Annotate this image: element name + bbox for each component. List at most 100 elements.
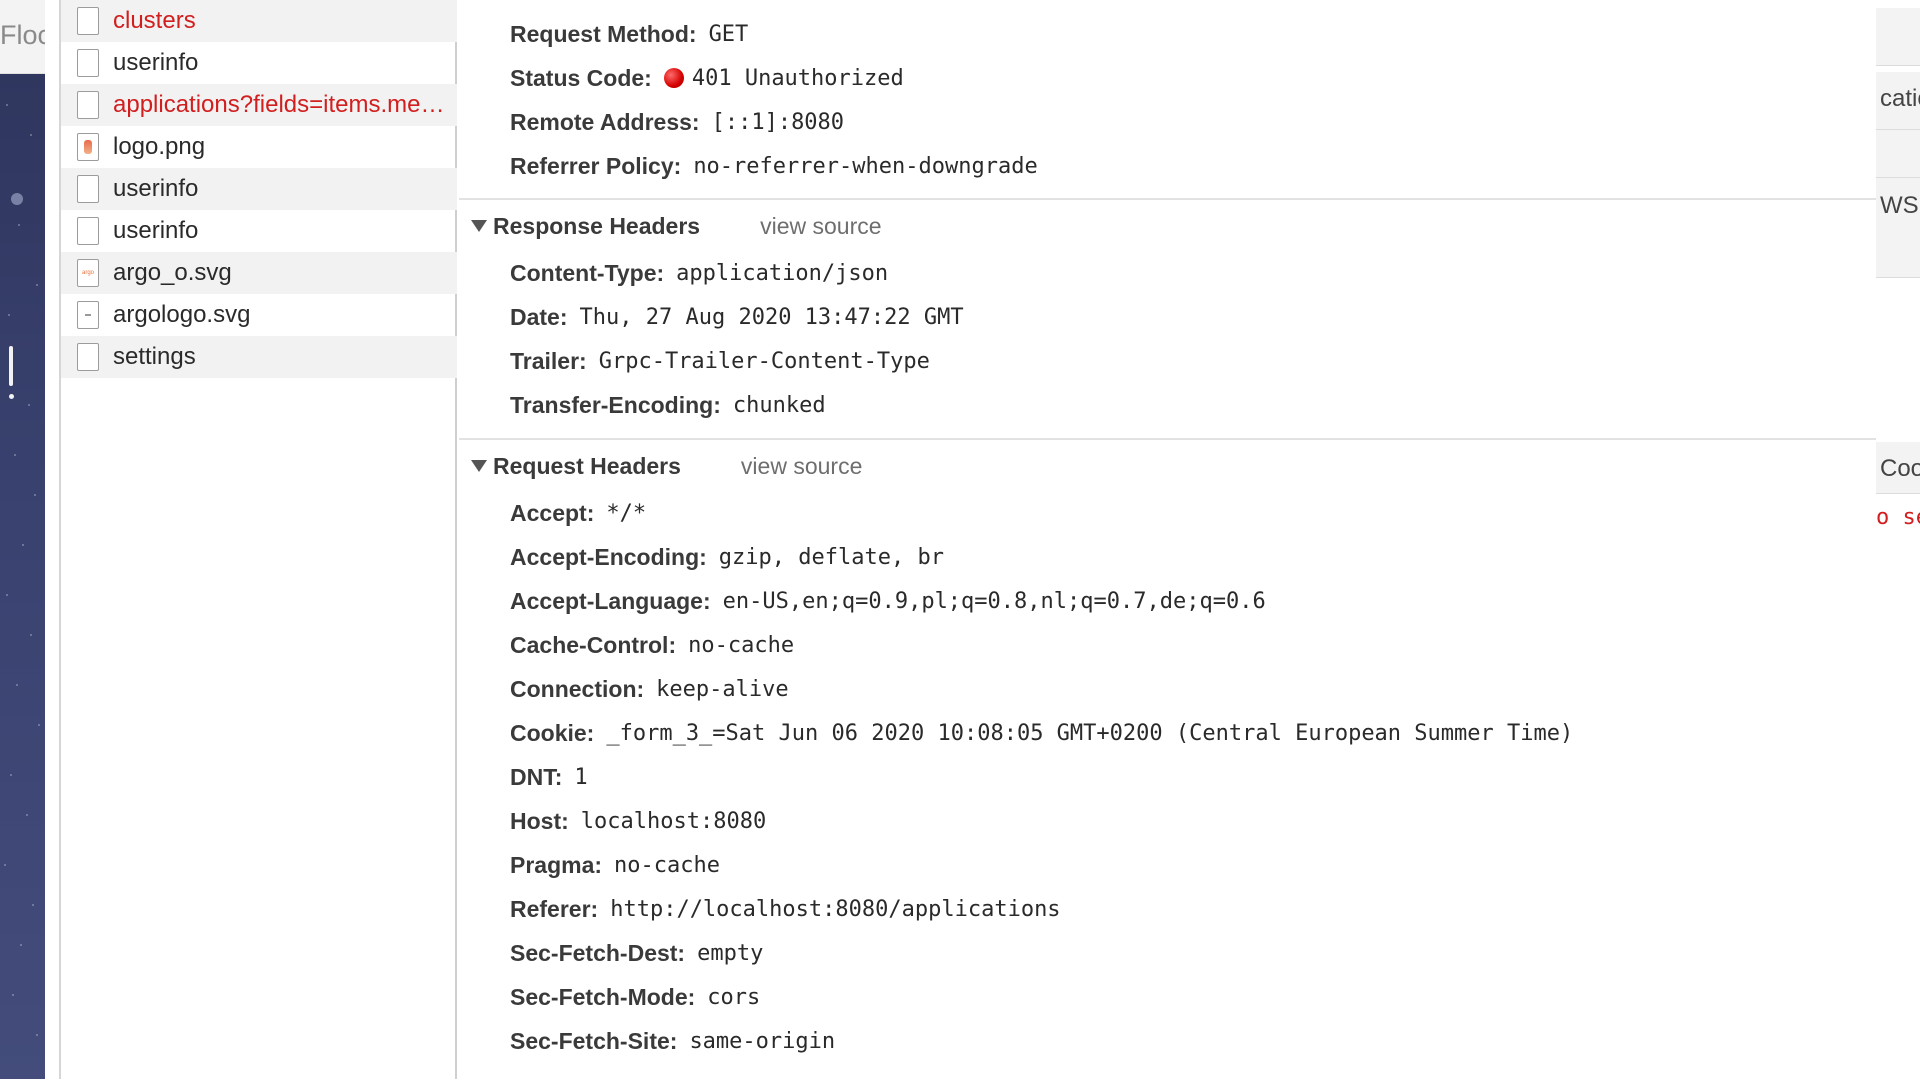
header-row: Trailer: Grpc-Trailer-Content-Type <box>510 339 930 383</box>
app-header-text: Floc <box>0 20 45 50</box>
request-name: argologo.svg <box>113 301 251 328</box>
request-name: argo_o.svg <box>113 259 232 286</box>
header-value: empty <box>697 940 764 966</box>
header-name: Accept: <box>510 499 595 526</box>
header-name: Cookie: <box>510 719 595 746</box>
header-name: Request Method: <box>510 20 697 47</box>
header-row: Accept-Encoding: gzip, deflate, br <box>510 535 944 579</box>
request-view-source-link[interactable]: view source <box>741 453 862 480</box>
request-row[interactable]: logo.png <box>61 126 457 168</box>
status-error-icon <box>663 68 684 88</box>
request-row[interactable]: clusters <box>61 0 457 42</box>
header-row: Referrer Policy: no-referrer-when-downgra… <box>510 144 1038 188</box>
header-row: Sec-Fetch-Mode: cors <box>510 975 760 1019</box>
app-strip: Floc <box>0 0 45 1080</box>
adjacent-pane-row <box>1876 130 1920 178</box>
header-value: gzip, deflate, br <box>718 544 944 570</box>
request-row[interactable]: userinfo <box>61 168 457 210</box>
star-icon <box>22 544 24 546</box>
headers-panel: Request Method: GET Status Code: 401 Unauth… <box>459 0 1876 1080</box>
request-name: userinfo <box>113 217 199 244</box>
adjacent-pane-header <box>1876 8 1920 66</box>
star-icon <box>20 944 22 946</box>
star-icon <box>36 284 38 286</box>
header-name: Remote Address: <box>510 108 700 135</box>
header-value: en-US,en;q=0.9,pl;q=0.8,nl;q=0.7,de;q=0.… <box>722 588 1266 614</box>
header-name: Connection: <box>510 675 645 702</box>
header-name: Referrer Policy: <box>510 152 682 179</box>
header-value: keep-alive <box>656 676 789 702</box>
request-row[interactable]: settings <box>61 336 457 378</box>
adjacent-pane-text: Coo <box>1880 455 1920 482</box>
header-value: same-origin <box>689 1028 836 1054</box>
file-icon <box>77 7 99 35</box>
response-view-source-link[interactable]: view source <box>760 213 881 240</box>
header-row: Date: Thu, 27 Aug 2020 13:47:22 GMT <box>510 295 964 339</box>
header-name: Status Code: <box>510 64 652 91</box>
request-headers-title: Request Headers <box>493 452 681 479</box>
response-headers-title: Response Headers <box>493 212 701 239</box>
star-icon <box>10 774 12 776</box>
expand-triangle-icon[interactable] <box>471 460 487 472</box>
response-headers-toggle[interactable]: Response Headers view source <box>459 198 1876 252</box>
header-name: DNT: <box>510 763 563 790</box>
star-icon <box>28 404 30 406</box>
request-headers-toggle[interactable]: Request Headers view source <box>459 438 1876 492</box>
adjacent-pane-row: catic <box>1876 72 1920 130</box>
adjacent-pane-text: WS <box>1880 192 1919 219</box>
adjacent-pane-text: catic <box>1880 85 1920 112</box>
star-icon <box>34 494 36 496</box>
header-row: Cache-Control: no-cache <box>510 623 794 667</box>
request-name: settings <box>113 343 196 370</box>
adjacent-pane-fragment: catic WS Coo o se <box>1876 0 1920 1080</box>
header-name: Trailer: <box>510 347 587 374</box>
star-icon <box>38 724 40 726</box>
network-request-list: clusters userinfo applications?fields=item… <box>59 0 457 1080</box>
header-value: no-cache <box>614 852 721 878</box>
header-value: Grpc-Trailer-Content-Type <box>598 348 930 374</box>
header-name: Sec-Fetch-Mode: <box>510 983 696 1010</box>
png-image-icon <box>77 133 99 161</box>
header-row: Pragma: no-cache <box>510 843 720 887</box>
request-row[interactable]: userinfo <box>61 210 457 252</box>
header-value: cors <box>707 984 761 1010</box>
expand-triangle-icon[interactable] <box>471 220 487 232</box>
request-row[interactable]: argo_o.svg <box>61 252 457 294</box>
header-name: Accept-Language: <box>510 587 711 614</box>
header-name: Pragma: <box>510 851 603 878</box>
request-name: applications?fields=items.me… <box>113 91 445 118</box>
request-name: clusters <box>113 7 196 34</box>
file-icon <box>77 49 99 77</box>
request-row[interactable]: userinfo <box>61 42 457 84</box>
header-name: Accept-Encoding: <box>510 543 707 570</box>
request-row[interactable]: applications?fields=items.me… <box>61 84 457 126</box>
header-name: Content-Type: <box>510 259 665 286</box>
header-row: Accept: */* <box>510 491 646 535</box>
header-name: Sec-Fetch-Site: <box>510 1027 678 1054</box>
header-value: localhost:8080 <box>580 808 767 834</box>
app-sidebar-fragment <box>0 74 45 1080</box>
header-row: Referer: http://localhost:8080/applicatio… <box>510 887 1061 931</box>
header-row: Remote Address: [::1]:8080 <box>510 100 844 144</box>
request-row[interactable]: argologo.svg <box>61 294 457 336</box>
header-name: Host: <box>510 807 569 834</box>
header-value: no-cache <box>688 632 795 658</box>
header-value: _form_3_=Sat Jun 06 2020 10:08:05 GMT+02… <box>606 720 1574 746</box>
star-icon <box>14 454 16 456</box>
header-name: Date: <box>510 303 568 330</box>
star-icon <box>32 904 34 906</box>
svg-image-icon <box>77 301 99 329</box>
decorative-planet-icon <box>11 193 23 205</box>
header-value: Thu, 27 Aug 2020 13:47:22 GMT <box>579 304 964 330</box>
star-icon <box>18 224 20 226</box>
header-value: chunked <box>732 392 826 418</box>
app-header-fragment: Floc <box>0 0 45 74</box>
header-value: application/json <box>676 260 889 286</box>
file-icon <box>77 91 99 119</box>
request-name: userinfo <box>113 175 199 202</box>
header-row: Sec-Fetch-Site: same-origin <box>510 1019 835 1063</box>
header-value: [::1]:8080 <box>711 109 845 135</box>
star-icon <box>30 134 32 136</box>
header-name: Sec-Fetch-Dest: <box>510 939 686 966</box>
file-icon <box>77 343 99 371</box>
